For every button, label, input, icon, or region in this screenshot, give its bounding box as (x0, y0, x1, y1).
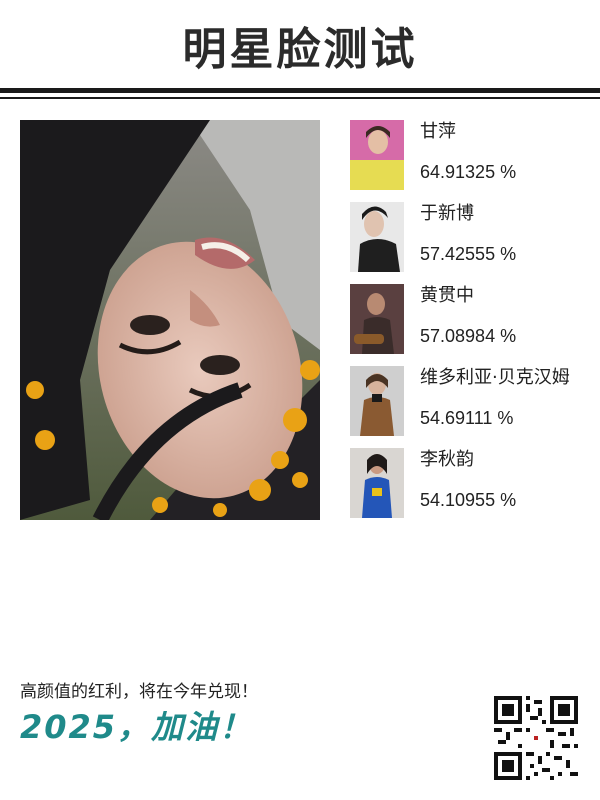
celebrity-thumbnail (350, 202, 404, 272)
match-item: 黄贯中 57.08984 % (350, 284, 600, 366)
user-photo (20, 120, 320, 520)
match-score: 54.69111 % (420, 408, 514, 428)
slogan: 2025，加油！ (20, 708, 254, 746)
header-divider-thin (0, 97, 600, 99)
match-item: 甘萍 64.91325 % (350, 120, 600, 202)
match-score: 57.42555 % (420, 244, 517, 264)
match-name: 于新博 (420, 203, 474, 224)
match-score: 57.08984 % (420, 326, 517, 346)
match-score: 64.91325 % (420, 162, 517, 182)
celebrity-thumbnail (350, 120, 404, 190)
page-title: 明星脸测试 (182, 24, 418, 75)
header-divider-thick (0, 88, 600, 93)
celebrity-thumbnail (350, 448, 404, 518)
match-item: 维多利亚·贝克汉姆 54.69111 % (350, 366, 600, 448)
celebrity-thumbnail (350, 366, 404, 436)
match-list: 甘萍 64.91325 % 于新博 57.42555 % 黄贯中 57.0898… (350, 120, 600, 530)
qr-code-icon[interactable] (494, 696, 578, 780)
tagline: 高颜值的红利，将在今年兑现！ (20, 682, 258, 702)
match-name: 黄贯中 (420, 285, 474, 306)
match-item: 于新博 57.42555 % (350, 202, 600, 284)
celebrity-thumbnail (350, 284, 404, 354)
match-item: 李秋韵 54.10955 % (350, 448, 600, 530)
match-name: 维多利亚·贝克汉姆 (420, 367, 570, 388)
match-name: 甘萍 (420, 121, 456, 142)
match-name: 李秋韵 (420, 449, 474, 470)
match-score: 54.10955 % (420, 490, 517, 510)
